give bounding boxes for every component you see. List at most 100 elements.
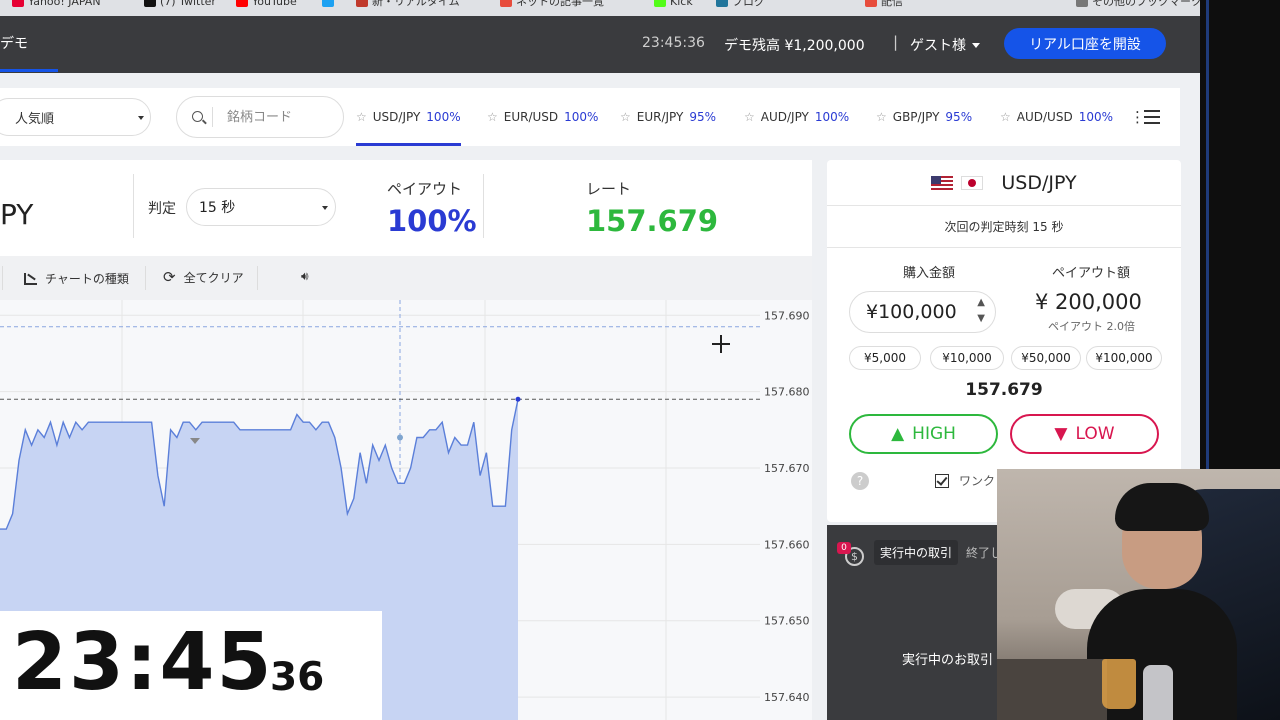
payout-amount-label: ペイアウト額 [1052,266,1131,281]
bookmark-favicon-icon [12,0,24,7]
speaker-icon: 🔊︎ [301,269,309,283]
star-icon[interactable]: ☆ [487,110,498,124]
bookmark-label: (7) Twitter [160,0,216,8]
tab-pair-label: USD/JPY [372,110,421,124]
bookmark-favicon-icon [322,0,334,7]
triangle-up-icon: ▲ [891,424,905,444]
help-icon[interactable]: ? [851,472,869,490]
positions-icon: $ 0 [837,542,865,568]
bookmarks-bar: Yahoo! JAPAN (7) Twitter YouTube 新・リアルタイム ネッ… [0,0,1205,16]
bookmark-item[interactable]: (7) Twitter [144,0,216,8]
crosshair-point [397,434,403,441]
brand-underline [0,69,58,72]
amount-input[interactable]: ¥100,000 ▲ ▼ [849,291,996,333]
search-divider [212,107,213,127]
webcam-overlay [997,469,1280,720]
asset-bar: 人気順 ☆USD/JPY100%☆EUR/USD100%☆EUR/JPY95%☆… [0,88,1180,146]
amount-chip[interactable]: ¥100,000 [1086,346,1162,370]
star-icon[interactable]: ☆ [620,110,631,124]
bookmark-label: その他のブックマーク [1092,0,1202,8]
star-icon[interactable]: ☆ [1000,110,1011,124]
chart-type-label: チャートの種類 [45,272,129,286]
webcam-cup [1102,659,1136,709]
high-button[interactable]: ▲ HIGH [849,414,998,454]
chart-type-button[interactable]: チャートの種類 [24,270,129,287]
amount-chip[interactable]: ¥10,000 [930,346,1004,370]
app-header: デモ 23:45:36 デモ残高 ¥1,200,000 | ゲスト様 リアル口座… [0,16,1200,73]
trade-pair-header: USD/JPY [827,160,1181,206]
tab-pair-aud-usd[interactable]: ☆ AUD/USD 100% [1000,88,1113,146]
bookmark-favicon-icon [144,0,156,7]
tab-pair-eur-usd[interactable]: ☆ EUR/USD 100% [487,88,598,146]
amount-chip[interactable]: ¥5,000 [849,346,921,370]
next-judge-time: 次回の判定時刻 15 秒 [827,206,1181,248]
sound-button[interactable]: 🔊︎ [301,269,309,284]
star-icon[interactable]: ☆ [744,110,755,124]
current-price-dot [515,396,521,402]
menu-icon[interactable] [1144,110,1160,124]
clear-all-label: 全てクリア [183,270,244,285]
clear-all-button[interactable]: ⟳ 全てクリア [163,268,244,286]
instrument-symbol: PY [0,198,34,231]
bookmark-item[interactable]: Kick [654,0,693,8]
down-arrow-icon[interactable]: ▼ [977,313,985,325]
triangle-down-icon: ▼ [1054,424,1068,444]
bookmark-label: ネットの記事一覧 [516,0,604,8]
sort-select[interactable]: 人気順 [0,98,151,136]
bookmark-item[interactable]: ブログ [716,0,765,8]
tab-active-trades[interactable]: 実行中の取引 [874,540,959,565]
tab-pair-label: GBP/JPY [892,110,940,124]
search-icon [192,111,203,122]
bookmark-favicon-icon [716,0,728,7]
star-icon[interactable]: ☆ [356,110,367,124]
search-box[interactable] [176,96,344,138]
tab-pair-eur-jpy[interactable]: ☆ EUR/JPY 95% [620,88,716,146]
open-real-account-button[interactable]: リアル口座を開設 [1004,28,1166,59]
chevron-down-icon [138,116,144,120]
bookmark-item[interactable] [322,0,338,8]
low-button[interactable]: ▼ LOW [1010,414,1159,454]
one-click-toggle[interactable]: ワンク [935,472,995,489]
divider [2,266,3,290]
divider [145,266,146,290]
divider [257,266,258,290]
rate-value: 157.679 [586,204,719,238]
bookmark-label: 配信 [881,0,903,8]
chart-icon [24,272,37,285]
bookmark-item[interactable]: その他のブックマーク [1076,0,1202,8]
amount-stepper[interactable]: ▲ ▼ [977,297,985,325]
y-axis-tick-label: 157.650 [764,615,810,628]
demo-balance: デモ残高 ¥1,200,000 [724,38,865,54]
guest-menu[interactable]: ゲスト様 [910,35,980,55]
bookmark-item[interactable]: Yahoo! JAPAN [12,0,101,8]
sort-value: 人気順 [15,111,55,127]
tab-pair-label: EUR/USD [503,110,559,124]
bookmark-favicon-icon [236,0,248,7]
bookmark-item[interactable]: 配信 [865,0,903,8]
tab-pair-gbp-jpy[interactable]: ☆ GBP/JPY 95% [876,88,972,146]
tab-pair-aud-jpy[interactable]: ☆ AUD/JPY 100% [744,88,849,146]
tab-pair-label: AUD/USD [1016,110,1073,124]
bookmark-item[interactable]: 新・リアルタイム [356,0,460,8]
trade-panel: USD/JPY 次回の判定時刻 15 秒 購入金額 ペイアウト額 ¥100,00… [827,160,1181,522]
payout-value: 100% [387,204,477,238]
bookmark-item[interactable]: YouTube [236,0,297,8]
rate-label: レート [586,180,632,198]
checkbox-checked-icon[interactable] [935,473,949,488]
up-arrow-icon[interactable]: ▲ [977,297,985,309]
instrument-header: PY 判定 15 秒 ペイアウト 100% レート 157.679 [0,160,812,256]
symbol-search-input[interactable] [227,107,337,127]
star-icon[interactable]: ☆ [876,110,887,124]
y-axis-tick-label: 157.640 [764,691,810,704]
jp-flag-icon [961,175,984,190]
tab-pair-usd-jpy[interactable]: ☆ USD/JPY 100% [356,88,461,146]
bookmark-item[interactable]: ネットの記事一覧 [500,0,604,8]
y-axis-tick-label: 157.680 [764,386,810,399]
y-axis-tick-label: 157.670 [764,462,810,475]
more-icon[interactable]: ⋮ [1130,108,1145,126]
tab-payout-pct: 100% [564,110,599,124]
one-click-label: ワンク [959,474,996,488]
amount-chip[interactable]: ¥50,000 [1011,346,1081,370]
high-label: HIGH [912,424,956,444]
judge-time-select[interactable]: 15 秒 [186,188,336,226]
